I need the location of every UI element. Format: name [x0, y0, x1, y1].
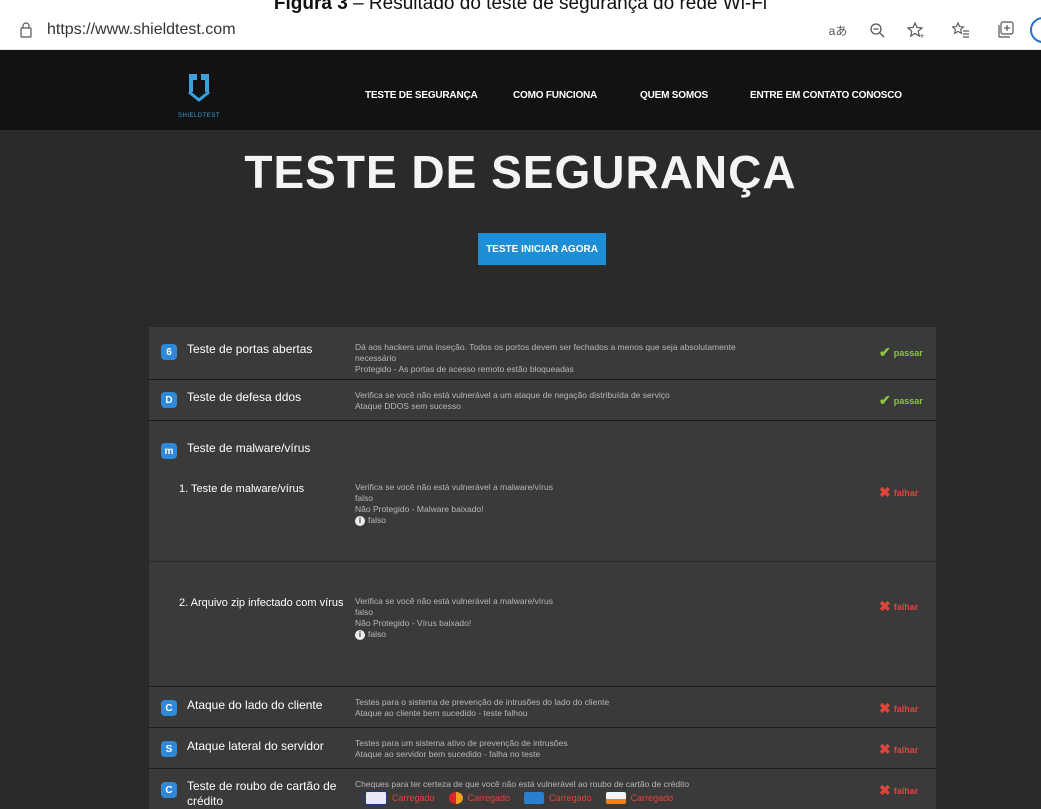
- read-aloud-icon[interactable]: aあ: [827, 19, 849, 41]
- test-results-list: 6 Teste de portas abertas Dá aos hackers…: [149, 327, 936, 809]
- test-badge: D: [161, 392, 177, 408]
- svg-text:+: +: [919, 32, 925, 39]
- amex-card-icon: [524, 792, 545, 804]
- logo-wordmark: SHIELDTEST: [178, 113, 221, 119]
- collections-icon[interactable]: [995, 19, 1017, 41]
- test-badge: 6: [161, 344, 177, 360]
- test-description: Dá aos hackers uma inseção. Todos os por…: [355, 342, 736, 374]
- test-description: Testes para o sistema de prevenção de in…: [355, 697, 610, 718]
- favorite-icon[interactable]: +: [905, 19, 927, 41]
- mastercard-card-icon: [448, 792, 463, 804]
- card-result-mastercard: Carregado: [448, 792, 511, 804]
- status-fail: ✖ falhar: [879, 700, 919, 716]
- status-fail: ✖ falhar: [879, 741, 919, 757]
- test-name: Teste de defesa ddos: [187, 390, 302, 404]
- test-badge: S: [161, 741, 177, 757]
- start-test-button[interactable]: TESTE INICIAR AGORA: [478, 233, 606, 265]
- test-badge: C: [161, 700, 177, 716]
- favorites-list-icon[interactable]: [950, 19, 972, 41]
- subtest-name: 1. Teste de malware/vírus: [179, 483, 305, 495]
- card-status-label: Carregado: [392, 793, 435, 803]
- check-icon: ✔: [879, 392, 891, 408]
- test-name: Ataque lateral do servidor: [187, 739, 324, 753]
- status-pass: ✔ passar: [879, 344, 923, 360]
- x-icon: ✖: [879, 741, 891, 757]
- x-icon: ✖: [879, 484, 891, 500]
- url-text[interactable]: https://www.shieldtest.com: [47, 21, 236, 39]
- shieldtest-logo-icon[interactable]: [175, 64, 223, 112]
- nav-como-funciona[interactable]: COMO FUNCIONA: [513, 90, 597, 101]
- figure-caption: Figura 3 – Resultado do teste de seguran…: [273, 0, 768, 13]
- status-fail: ✖ falhar: [879, 782, 919, 798]
- status-pass: ✔ passar: [879, 392, 923, 408]
- nav-contato[interactable]: ENTRE EM CONTATO CONOSCO: [750, 90, 902, 101]
- subtest-row-malware: 1. Teste de malware/vírus Verifica se vo…: [149, 473, 936, 562]
- test-description: Cheques para ter certeza de que você não…: [355, 779, 690, 789]
- info-icon[interactable]: i: [355, 629, 365, 640]
- card-result-visa: Carregado: [365, 791, 435, 805]
- visa-card-icon: [365, 791, 387, 805]
- test-row-credit-card: C Teste de roubo de cartão de crédito Ch…: [149, 769, 936, 809]
- card-status-label: Carregado: [549, 793, 592, 803]
- test-name: Teste de malware/vírus: [187, 441, 311, 455]
- site-header: SHIELDTEST TESTE DE SEGURANÇA COMO FUNCI…: [0, 50, 1041, 130]
- nav-quem-somos[interactable]: QUEM SOMOS: [640, 90, 708, 101]
- x-icon: ✖: [879, 782, 891, 798]
- subtest-description: Verifica se você não está vulnerável a m…: [355, 482, 553, 526]
- test-row-open-ports: 6 Teste de portas abertas Dá aos hackers…: [149, 327, 936, 380]
- nav-teste-de-seguranca[interactable]: TESTE DE SEGURANÇA: [365, 90, 478, 101]
- card-status-label: Carregado: [630, 793, 674, 803]
- card-results: Carregado Carregado Carregado Carregado: [365, 791, 673, 805]
- status-fail: ✖ falhar: [879, 598, 919, 614]
- profile-icon[interactable]: [1030, 17, 1041, 43]
- card-result-amex: Carregado: [524, 792, 592, 804]
- test-name: Teste de portas abertas: [187, 342, 313, 356]
- test-row-server-side: S Ataque lateral do servidor Testes para…: [149, 728, 936, 769]
- info-icon[interactable]: i: [355, 515, 365, 526]
- x-icon: ✖: [879, 700, 891, 716]
- status-fail: ✖ falhar: [879, 484, 919, 500]
- test-name: Teste de roubo de cartão de crédito: [187, 779, 337, 808]
- x-icon: ✖: [879, 598, 891, 614]
- card-status-label: Carregado: [467, 793, 511, 803]
- lock-icon[interactable]: [20, 22, 32, 38]
- discover-card-icon: [605, 792, 626, 804]
- check-icon: ✔: [879, 344, 891, 360]
- subtest-description: Verifica se você não está vulnerável a m…: [355, 596, 553, 640]
- test-badge: C: [161, 782, 177, 798]
- test-row-ddos: D Teste de defesa ddos Verifica se você …: [149, 380, 936, 421]
- test-description: Verifica se você não está vulnerável a u…: [355, 390, 670, 411]
- test-name: Ataque do lado do cliente: [187, 698, 323, 712]
- subtest-name: 2. Arquivo zip infectado com vírus: [179, 597, 344, 609]
- card-result-discover: Carregado: [605, 792, 674, 804]
- test-badge: m: [161, 443, 177, 459]
- web-page: SHIELDTEST TESTE DE SEGURANÇA COMO FUNCI…: [0, 50, 1041, 809]
- zoom-out-icon[interactable]: [866, 19, 888, 41]
- test-group-malware: m Teste de malware/vírus 1. Teste de mal…: [149, 421, 936, 687]
- subtest-row-zip: 2. Arquivo zip infectado com vírus Verif…: [149, 562, 936, 685]
- test-row-client-side: C Ataque do lado do cliente Testes para …: [149, 687, 936, 728]
- browser-address-bar: https://www.shieldtest.com aあ +: [0, 13, 1041, 50]
- test-description: Testes para um sistema ativo de prevençã…: [355, 738, 568, 759]
- page-title: TESTE DE SEGURANÇA: [244, 146, 797, 198]
